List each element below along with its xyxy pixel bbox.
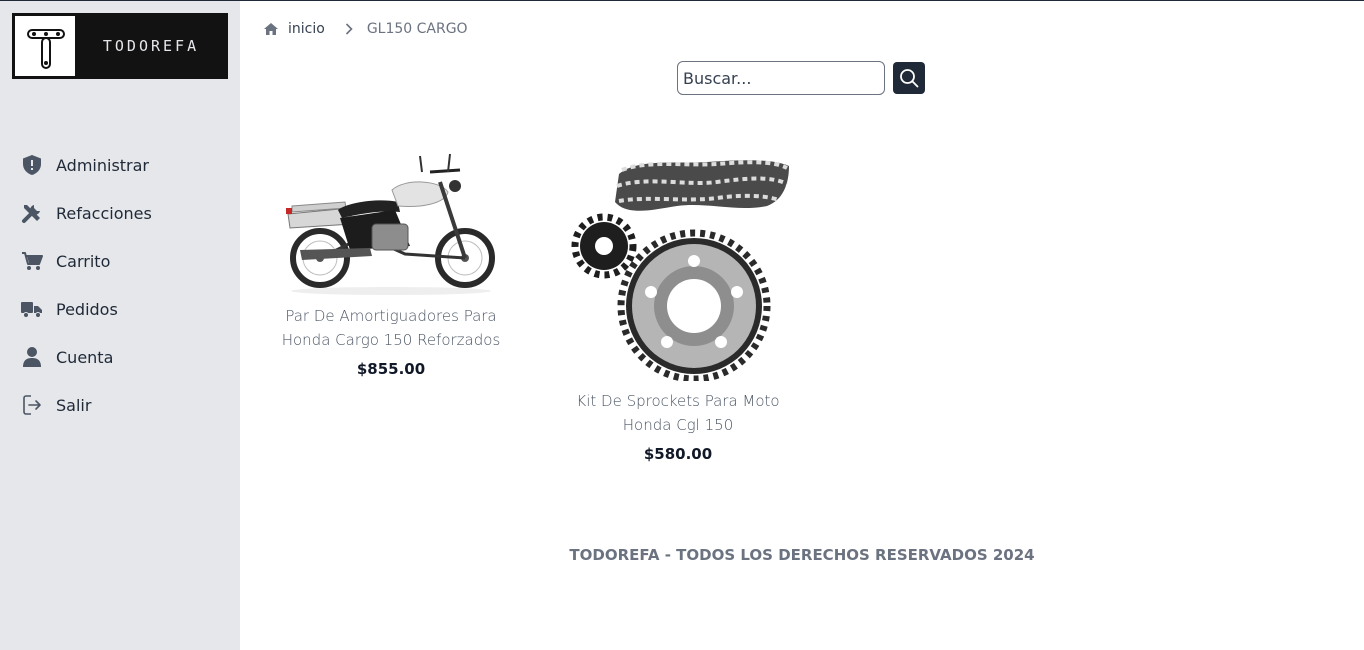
breadcrumb-home-label: inicio [288, 21, 325, 37]
sidebar-item-label: Salir [56, 395, 92, 415]
sidebar-item-refacciones[interactable]: Refacciones [0, 189, 240, 237]
logo-text: TODOREFA [102, 37, 200, 55]
breadcrumb: inicio GL150 CARGO [264, 21, 468, 37]
logo[interactable]: TODOREFA [12, 13, 228, 79]
product-name: Par De Amortiguadores Para Honda Cargo 1… [281, 307, 501, 349]
sidebar-item-carrito[interactable]: Carrito [0, 237, 240, 285]
product-price: $855.00 [356, 360, 426, 378]
logo-mark-icon [14, 15, 76, 77]
sidebar-item-cuenta[interactable]: Cuenta [0, 333, 240, 381]
sidebar-item-label: Administrar [56, 155, 150, 175]
sidebar-item-salir[interactable]: Salir [0, 381, 240, 429]
sidebar-nav: Administrar Refacciones Carrito Pedidos … [0, 141, 240, 429]
home-icon [264, 23, 278, 35]
sidebar-item-label: Cuenta [56, 347, 114, 367]
cart-icon [21, 250, 43, 272]
sidebar-item-label: Carrito [56, 251, 111, 271]
chevron-right-icon [345, 23, 353, 35]
logout-icon [21, 394, 43, 416]
sprocket-kit-image [571, 160, 789, 381]
product-card[interactable]: Kit De Sprockets Para Moto Honda Cgl 150… [553, 146, 803, 463]
sidebar-item-administrar[interactable]: Administrar [0, 141, 240, 189]
sidebar-item-pedidos[interactable]: Pedidos [0, 285, 240, 333]
shield-icon [21, 154, 43, 176]
search-input[interactable] [677, 61, 885, 95]
sidebar-item-label: Pedidos [56, 299, 118, 319]
tools-icon [21, 202, 43, 224]
user-icon [21, 346, 43, 368]
product-grid: Par De Amortiguadores Para Honda Cargo 1… [280, 146, 854, 463]
sidebar-item-label: Refacciones [56, 203, 152, 223]
motorcycle-image [286, 153, 495, 295]
truck-icon [21, 298, 43, 320]
product-name: Kit De Sprockets Para Moto Honda Cgl 150 [576, 392, 780, 434]
search-bar [677, 61, 925, 95]
main-content: inicio GL150 CARGO Buscar... Par De Amor… [240, 1, 1364, 650]
product-price: $580.00 [643, 445, 713, 463]
footer-text: TODOREFA - TODOS LOS DERECHOS RESERVADOS… [569, 546, 1035, 564]
breadcrumb-current: GL150 CARGO [366, 21, 468, 37]
breadcrumb-home-link[interactable]: inicio [264, 21, 325, 37]
product-card[interactable]: Par De Amortiguadores Para Honda Cargo 1… [280, 146, 502, 378]
search-icon [899, 68, 919, 88]
sidebar: TODOREFA Administrar Refacciones Carrito… [0, 1, 240, 650]
search-button[interactable] [893, 62, 925, 94]
